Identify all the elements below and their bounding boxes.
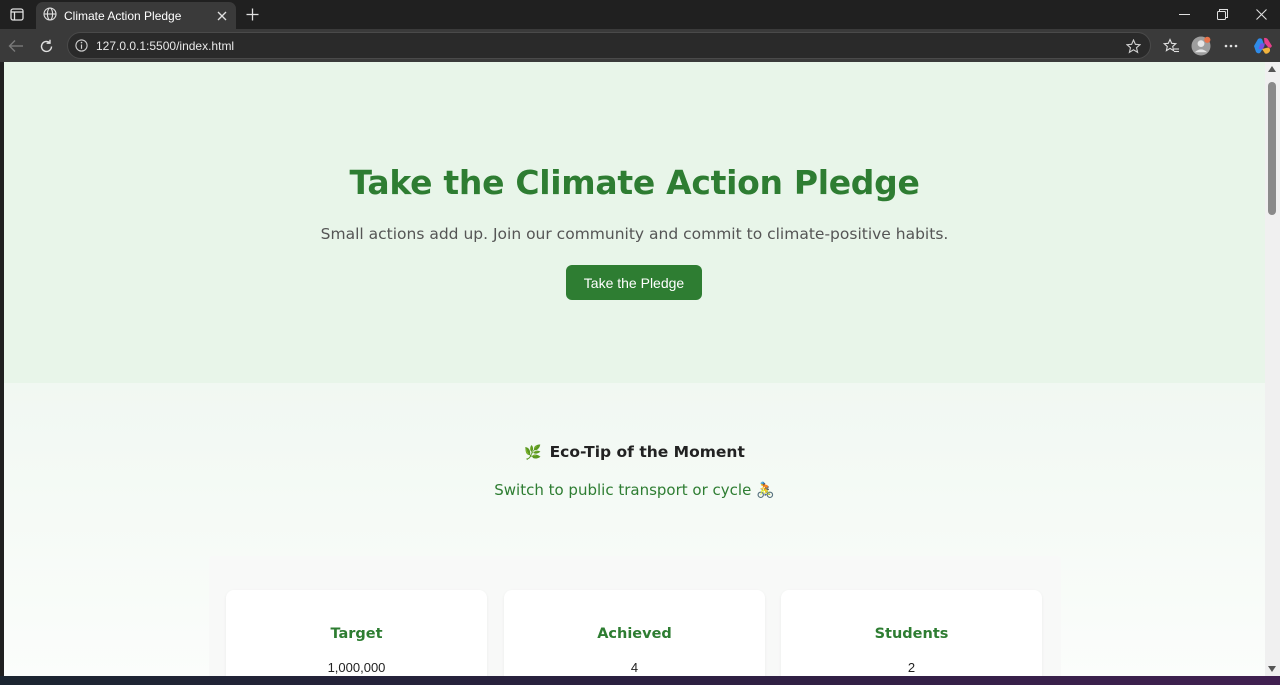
more-options-icon[interactable] bbox=[1219, 34, 1243, 58]
sprout-icon: 🌿 bbox=[524, 445, 542, 461]
browser-toolbar: 127.0.0.1:5500/index.html bbox=[0, 29, 1280, 62]
profile-avatar-icon[interactable] bbox=[1189, 34, 1213, 58]
hero-subtitle: Small actions add up. Join our community… bbox=[320, 225, 949, 243]
stat-value: 2 bbox=[907, 660, 916, 675]
restore-icon[interactable] bbox=[1203, 0, 1241, 29]
eco-tip-text: Switch to public transport or cycle 🚴 bbox=[494, 481, 775, 499]
close-window-icon[interactable] bbox=[1242, 0, 1280, 29]
globe-icon bbox=[43, 6, 57, 25]
tab-actions-icon[interactable] bbox=[6, 4, 28, 24]
scroll-down-arrow-icon[interactable] bbox=[1268, 666, 1276, 672]
stat-card-students: Students 2 bbox=[781, 590, 1042, 676]
stat-card-target: Target 1,000,000 bbox=[226, 590, 487, 676]
favorite-star-icon[interactable] bbox=[1124, 37, 1142, 55]
eco-tip-heading: 🌿 Eco-Tip of the Moment bbox=[4, 443, 1265, 461]
hero-section: Take the Climate Action Pledge Small act… bbox=[4, 62, 1265, 383]
tab-title: Climate Action Pledge bbox=[64, 8, 182, 23]
url-text: 127.0.0.1:5500/index.html bbox=[96, 39, 235, 53]
stat-label: Achieved bbox=[597, 626, 672, 642]
new-tab-icon[interactable] bbox=[242, 4, 262, 24]
eco-tip-section: 🌿 Eco-Tip of the Moment Switch to public … bbox=[4, 383, 1265, 676]
hero-title: Take the Climate Action Pledge bbox=[349, 163, 920, 202]
taskbar-edge bbox=[0, 676, 1280, 685]
address-bar[interactable]: 127.0.0.1:5500/index.html bbox=[67, 32, 1151, 59]
stat-value: 1,000,000 bbox=[327, 660, 386, 675]
back-arrow-icon[interactable] bbox=[5, 35, 27, 57]
vertical-scrollbar[interactable] bbox=[1265, 62, 1280, 676]
copilot-icon[interactable] bbox=[1251, 34, 1275, 58]
reload-icon[interactable] bbox=[35, 35, 57, 57]
favorites-icon[interactable] bbox=[1159, 34, 1183, 58]
stat-card-achieved: Achieved 4 bbox=[504, 590, 765, 676]
scroll-thumb[interactable] bbox=[1268, 82, 1276, 215]
take-pledge-button[interactable]: Take the Pledge bbox=[566, 265, 702, 300]
stat-label: Students bbox=[874, 626, 949, 642]
minimize-icon[interactable] bbox=[1165, 0, 1203, 29]
active-tab[interactable]: Climate Action Pledge bbox=[36, 2, 236, 29]
tab-bar: Climate Action Pledge bbox=[0, 0, 1280, 29]
site-info-icon[interactable] bbox=[74, 38, 89, 53]
close-tab-icon[interactable] bbox=[212, 6, 232, 26]
eco-tip-heading-text: Eco-Tip of the Moment bbox=[549, 443, 745, 461]
stat-label: Target bbox=[330, 626, 383, 642]
scroll-up-arrow-icon[interactable] bbox=[1268, 66, 1276, 72]
stat-value: 4 bbox=[630, 660, 639, 675]
stats-panel: Target 1,000,000 Achieved 4 Students 2 bbox=[209, 556, 1061, 676]
page-viewport: Take the Climate Action Pledge Small act… bbox=[4, 62, 1265, 676]
